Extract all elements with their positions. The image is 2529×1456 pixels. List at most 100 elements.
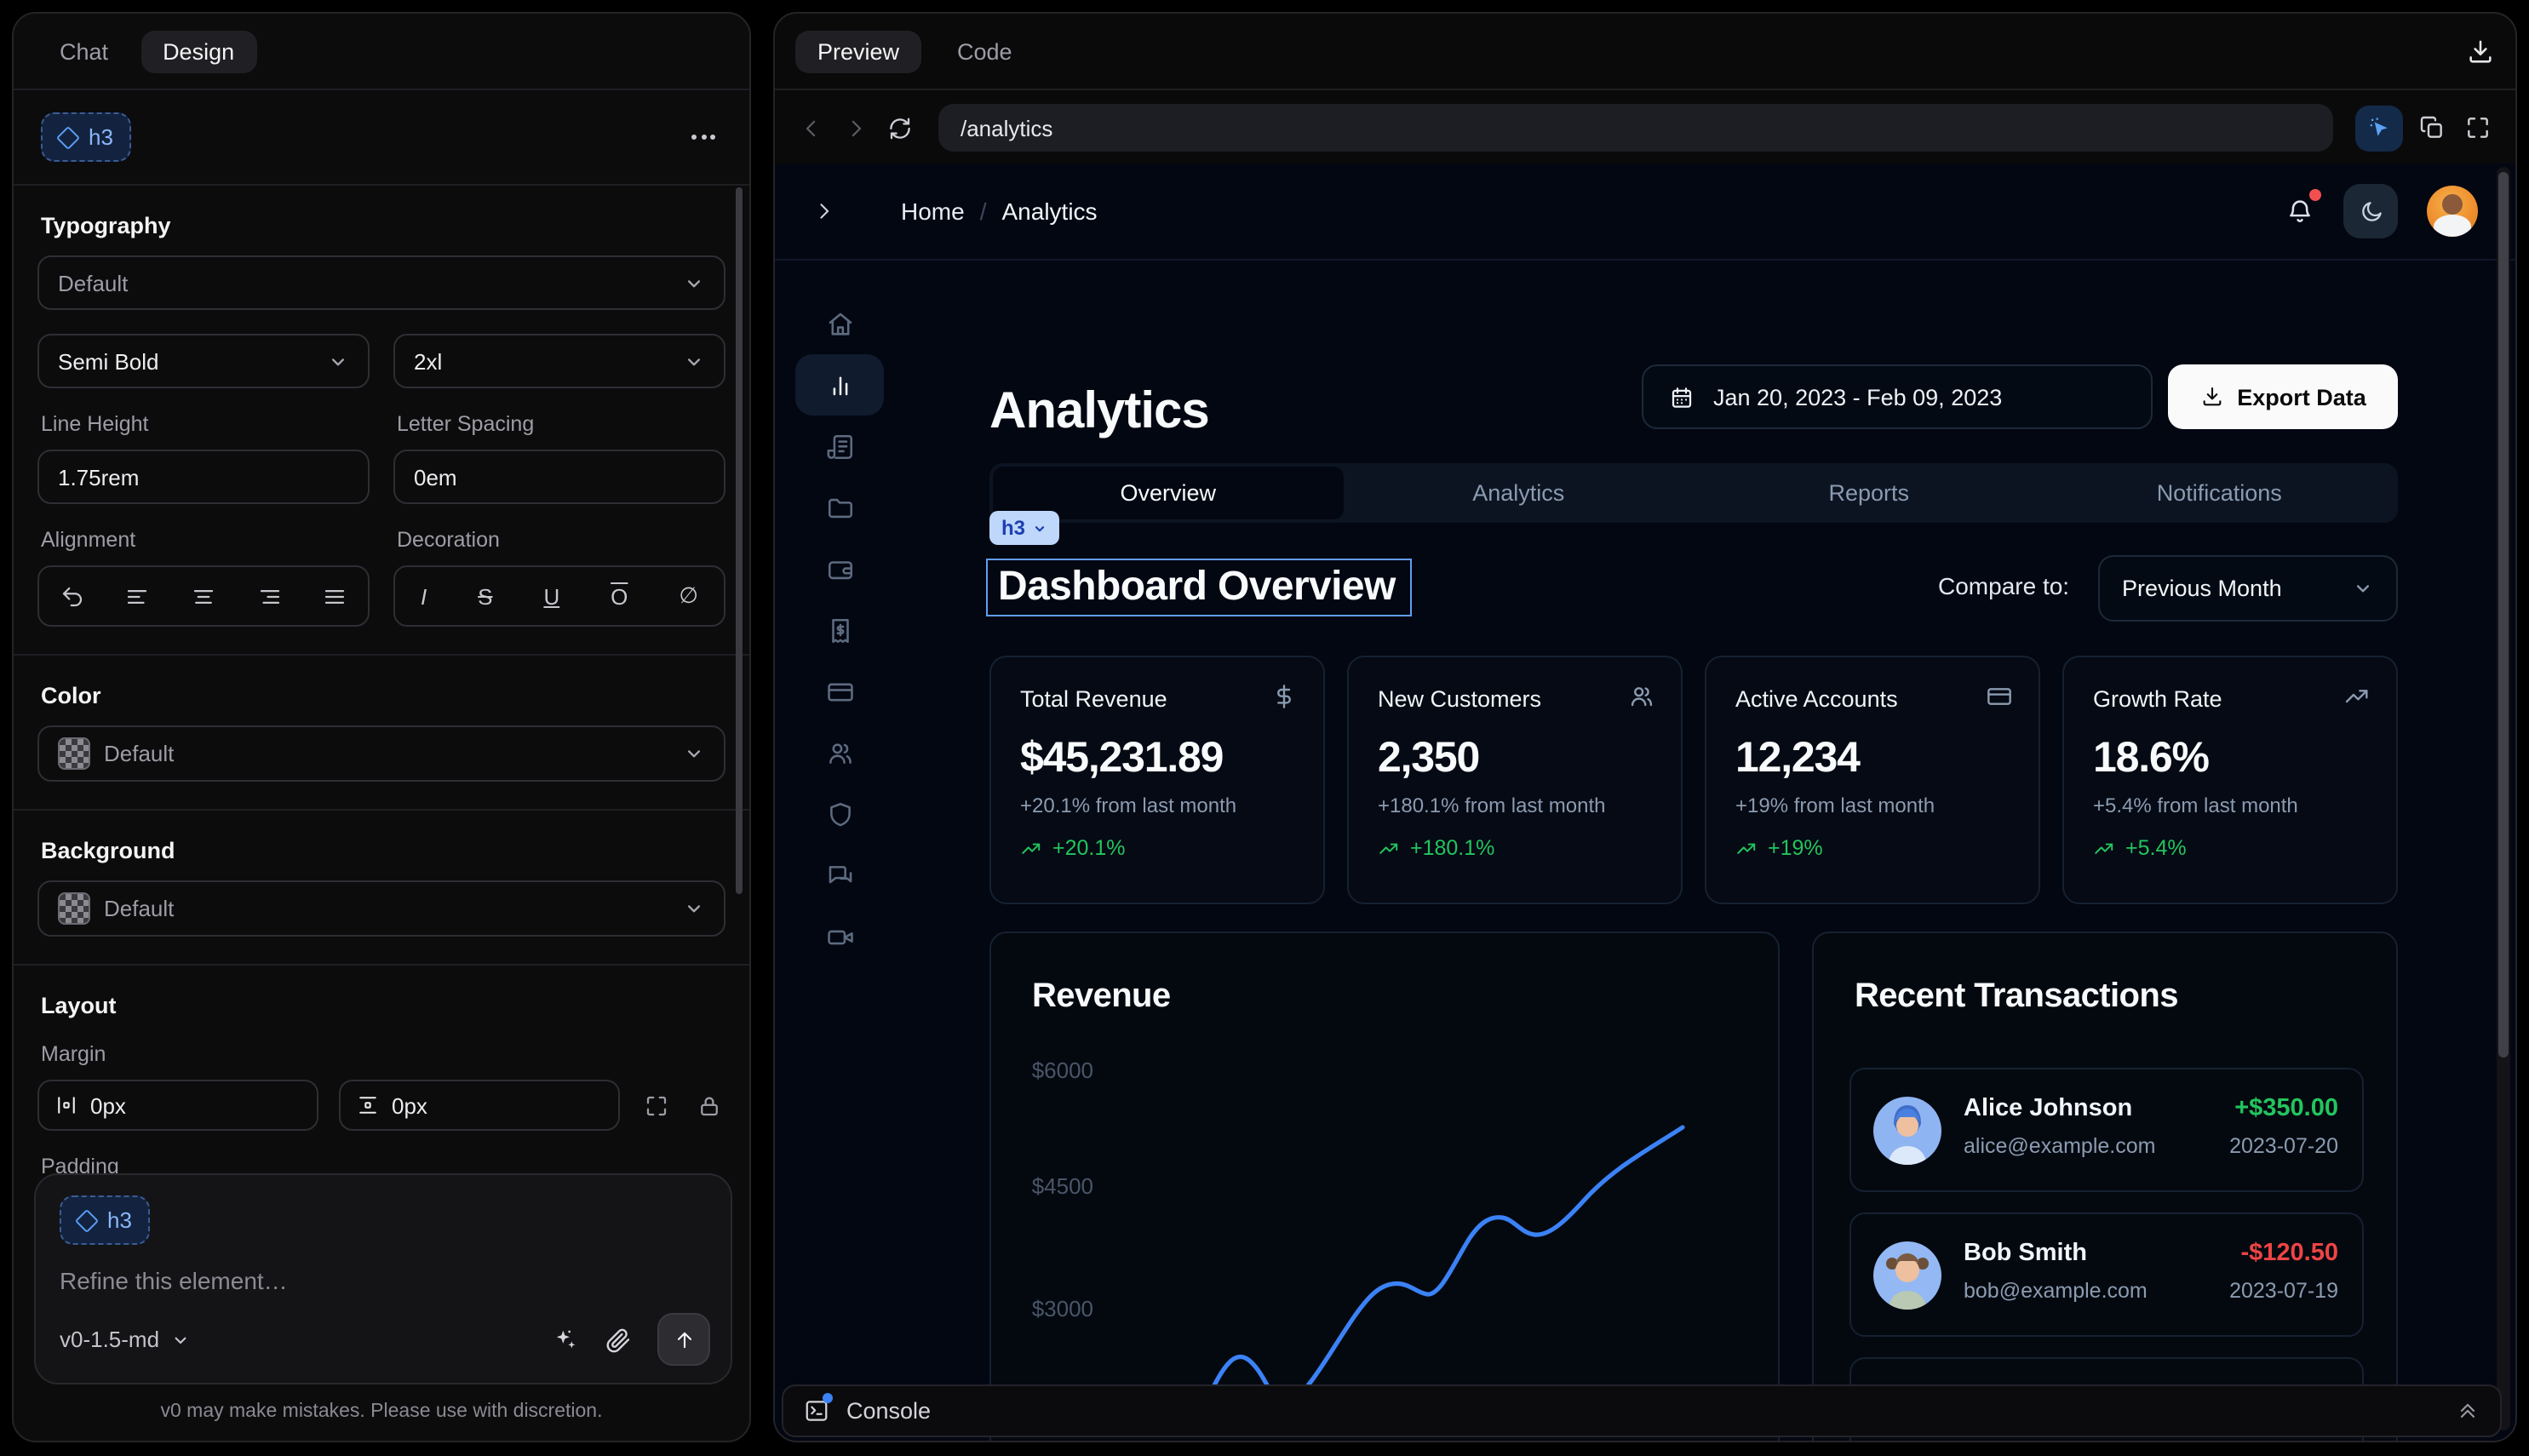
color-section: Color Default <box>14 656 749 811</box>
url-input[interactable]: /analytics <box>938 104 2333 152</box>
sidebar-item-cards[interactable] <box>795 661 884 722</box>
more-options-icon[interactable] <box>685 128 722 146</box>
breadcrumb-home[interactable]: Home <box>901 198 965 225</box>
tab-reports[interactable]: Reports <box>1694 467 2044 519</box>
tab-analytics[interactable]: Analytics <box>1344 467 1695 519</box>
strikethrough-icon[interactable]: S <box>478 583 492 609</box>
sidebar-item-wallet[interactable] <box>795 538 884 599</box>
stat-change: +20.1% from last month <box>1020 794 1294 817</box>
composer-input[interactable]: Refine this element… <box>60 1267 707 1294</box>
fullscreen-icon[interactable] <box>2461 111 2495 145</box>
line-height-input[interactable]: 1.75rem <box>37 450 370 504</box>
refresh-icon[interactable] <box>884 112 916 144</box>
italic-icon[interactable]: I <box>421 583 427 609</box>
trend-up-icon <box>1735 837 1758 859</box>
users-icon <box>825 738 854 767</box>
sidebar-item-home[interactable] <box>795 293 884 354</box>
stat-card-total-revenue[interactable]: Total Revenue $45,231.89 +20.1% from las… <box>989 656 1325 904</box>
chevrons-up-icon[interactable] <box>2456 1399 2480 1423</box>
sidebar-item-analytics[interactable] <box>795 354 884 416</box>
selected-heading-outline[interactable]: Dashboard Overview <box>986 559 1412 616</box>
console-bar[interactable]: Console <box>782 1384 2502 1437</box>
align-center-icon[interactable] <box>191 583 216 609</box>
inspect-cursor-icon[interactable] <box>2355 105 2403 151</box>
sidebar-toggle-icon[interactable] <box>812 199 836 223</box>
export-data-button[interactable]: Export Data <box>2168 364 2398 429</box>
tab-chat[interactable]: Chat <box>37 30 130 72</box>
disclaimer-text: v0 may make mistakes. Please use with di… <box>14 1402 749 1422</box>
chevron-down-icon <box>1032 520 1047 536</box>
dollar-sign-icon <box>1270 683 1298 710</box>
margin-y-input[interactable]: 0px <box>339 1080 620 1131</box>
sidebar-item-invoices[interactable] <box>795 599 884 661</box>
breadcrumb-separator: / <box>980 198 987 225</box>
align-left-icon[interactable] <box>125 583 151 609</box>
copy-icon[interactable] <box>2415 111 2449 145</box>
back-icon[interactable] <box>795 112 828 144</box>
dark-mode-toggle[interactable] <box>2343 184 2398 238</box>
align-justify-icon[interactable] <box>322 583 347 609</box>
export-label: Export Data <box>2237 384 2366 410</box>
app-viewport: Home / Analytics <box>775 163 2515 1441</box>
margin-expand-icon[interactable] <box>640 1089 673 1121</box>
margin-y-icon <box>356 1093 380 1117</box>
wallet-icon <box>825 554 854 583</box>
submit-button[interactable] <box>657 1313 710 1366</box>
chevron-down-icon <box>683 742 705 765</box>
no-decoration-icon[interactable]: ∅ <box>679 582 698 610</box>
transaction-email: bob@example.com <box>1964 1279 2148 1303</box>
stat-title: Total Revenue <box>1020 686 1294 712</box>
margin-y-value: 0px <box>392 1092 427 1118</box>
align-reset-icon[interactable] <box>60 583 85 609</box>
home-icon <box>825 309 854 338</box>
sidebar-item-news[interactable] <box>795 416 884 477</box>
preview-scrollbar-thumb[interactable] <box>2498 172 2509 1058</box>
sidebar-item-customers[interactable] <box>795 722 884 783</box>
compare-select[interactable]: Previous Month <box>2098 555 2398 622</box>
margin-x-input[interactable]: 0px <box>37 1080 318 1131</box>
font-family-select[interactable]: Default <box>37 255 725 310</box>
sidebar-item-security[interactable] <box>795 783 884 845</box>
forward-icon[interactable] <box>840 112 872 144</box>
font-weight-select[interactable]: Semi Bold <box>37 334 370 388</box>
stat-card-growth-rate[interactable]: Growth Rate 18.6% +5.4% from last month … <box>2062 656 2398 904</box>
transaction-row[interactable]: Alice Johnson alice@example.com +$350.00… <box>1849 1068 2364 1192</box>
color-select[interactable]: Default <box>37 725 725 782</box>
align-right-icon[interactable] <box>256 583 282 609</box>
download-icon[interactable] <box>2466 37 2495 66</box>
date-range-picker[interactable]: Jan 20, 2023 - Feb 09, 2023 <box>1642 364 2153 429</box>
notifications-bell-icon[interactable] <box>2285 197 2314 226</box>
decoration-label: Decoration <box>397 528 722 552</box>
background-select[interactable]: Default <box>37 880 725 937</box>
stat-trend: +19% <box>1768 836 1823 860</box>
stat-change: +19% from last month <box>1735 794 2010 817</box>
underline-icon[interactable]: U <box>543 583 559 609</box>
tab-preview[interactable]: Preview <box>795 30 921 72</box>
paperclip-icon[interactable] <box>605 1326 632 1353</box>
sidebar-item-video[interactable] <box>795 906 884 967</box>
calendar-icon <box>1669 384 1695 410</box>
video-icon <box>825 922 854 951</box>
selected-element-chip[interactable]: h3 <box>41 112 132 162</box>
transaction-row[interactable]: Bob Smith bob@example.com -$120.50 2023-… <box>1849 1212 2364 1337</box>
panel-scrollbar[interactable] <box>736 187 743 894</box>
user-avatar[interactable] <box>2427 186 2478 237</box>
tab-notifications[interactable]: Notifications <box>2044 467 2395 519</box>
stat-card-active-accounts[interactable]: Active Accounts 12,234 +19% from last mo… <box>1705 656 2040 904</box>
tab-design[interactable]: Design <box>140 30 256 72</box>
sparkles-icon[interactable] <box>552 1326 579 1353</box>
background-heading: Background <box>41 838 722 863</box>
overline-icon[interactable]: O <box>611 583 628 609</box>
tab-code[interactable]: Code <box>935 30 1035 72</box>
element-selector-chip[interactable]: h3 <box>989 511 1059 545</box>
margin-lock-icon[interactable] <box>693 1089 725 1121</box>
bar-chart-icon <box>825 370 854 399</box>
font-size-select[interactable]: 2xl <box>393 334 725 388</box>
composer-element-chip[interactable]: h3 <box>60 1195 151 1245</box>
sidebar-item-messages[interactable] <box>795 845 884 906</box>
sidebar-item-files[interactable] <box>795 477 884 538</box>
preview-scrollbar-track[interactable] <box>2497 167 2510 1430</box>
letter-spacing-input[interactable]: 0em <box>393 450 725 504</box>
model-select[interactable]: v0-1.5-md <box>60 1327 190 1352</box>
stat-card-new-customers[interactable]: New Customers 2,350 +180.1% from last mo… <box>1347 656 1683 904</box>
